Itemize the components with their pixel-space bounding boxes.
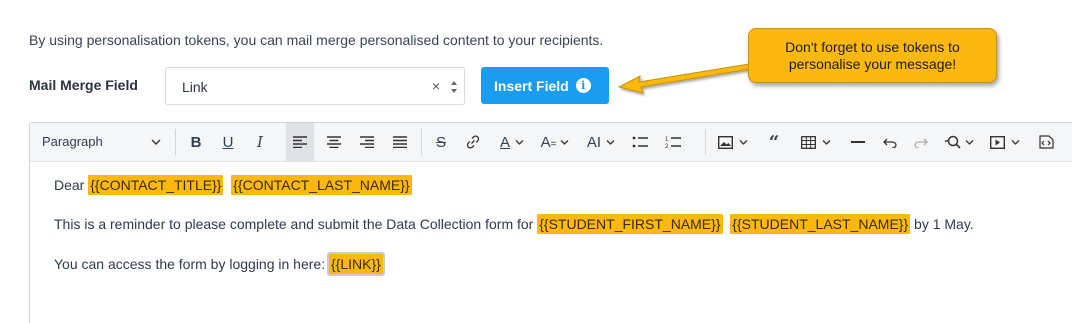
rich-text-editor[interactable]: Paragraph B U I S A A= AI 12 “ Dear {{CO… xyxy=(29,122,1072,323)
align-left-icon[interactable] xyxy=(286,123,314,161)
line1-prefix: Dear xyxy=(54,177,89,193)
body-line-1: Dear {{CONTACT_TITLE}} {{CONTACT_LAST_NA… xyxy=(54,175,412,195)
select-value: Link xyxy=(182,79,208,95)
svg-text:1: 1 xyxy=(665,137,669,143)
font-color-icon[interactable]: A xyxy=(495,123,529,161)
callout-line-2: personalise your message! xyxy=(788,56,957,72)
table-icon[interactable] xyxy=(794,123,838,161)
source-code-icon[interactable] xyxy=(1033,123,1057,161)
paragraph-format-dropdown[interactable]: Paragraph xyxy=(42,134,103,149)
callout-arrow xyxy=(617,63,751,94)
token-contact-last-name[interactable]: {{CONTACT_LAST_NAME}} xyxy=(231,175,412,195)
bulleted-list-icon[interactable] xyxy=(627,123,653,161)
updown-arrows-icon xyxy=(451,81,457,93)
body-line-2: This is a reminder to please complete an… xyxy=(54,214,974,234)
line2-prefix: This is a reminder to please complete an… xyxy=(54,216,538,232)
bold-icon[interactable]: B xyxy=(185,123,207,161)
line2-suffix: by 1 May. xyxy=(910,216,974,232)
font-size-icon[interactable]: A= xyxy=(537,123,573,161)
align-center-icon[interactable] xyxy=(321,123,347,161)
font-family-icon[interactable]: AI xyxy=(580,123,622,161)
undo-icon[interactable] xyxy=(879,123,901,161)
underline-icon[interactable]: U xyxy=(217,123,239,161)
editor-toolbar: Paragraph B U I S A A= AI 12 “ xyxy=(30,123,1072,162)
token-link[interactable]: {{LINK}} xyxy=(326,252,385,276)
chevron-down-icon[interactable] xyxy=(151,138,161,146)
italic-icon[interactable]: I xyxy=(249,123,271,161)
link-icon[interactable] xyxy=(462,123,484,161)
mail-merge-field-label: Mail Merge Field xyxy=(29,77,138,93)
svg-text:2: 2 xyxy=(665,144,669,149)
tip-callout: Don't forget to use tokens to personalis… xyxy=(748,28,997,83)
info-icon: i xyxy=(575,78,591,93)
body-line-3: You can access the form by logging in he… xyxy=(54,252,385,276)
token-student-first-name[interactable]: {{STUDENT_FIRST_NAME}} xyxy=(537,214,723,234)
callout-line-1: Don't forget to use tokens to xyxy=(785,39,960,55)
line3-prefix: You can access the form by logging in he… xyxy=(54,256,329,272)
strikethrough-icon[interactable]: S xyxy=(430,123,452,161)
justify-icon[interactable] xyxy=(387,123,413,161)
insert-field-label: Insert Field xyxy=(494,77,569,94)
blockquote-icon[interactable]: “ xyxy=(763,123,785,161)
insert-field-button[interactable]: Insert Field i xyxy=(481,67,609,104)
numbered-list-icon[interactable]: 12 xyxy=(660,123,686,161)
media-icon[interactable] xyxy=(986,123,1024,161)
redo-icon[interactable] xyxy=(910,123,932,161)
horizontal-line-icon[interactable] xyxy=(847,123,869,161)
find-replace-icon[interactable] xyxy=(940,123,978,161)
mail-merge-field-select[interactable]: Link × xyxy=(165,67,465,105)
token-contact-title[interactable]: {{CONTACT_TITLE}} xyxy=(88,175,224,195)
token-student-last-name[interactable]: {{STUDENT_LAST_NAME}} xyxy=(730,214,911,234)
align-right-icon[interactable] xyxy=(354,123,380,161)
intro-text: By using personalisation tokens, you can… xyxy=(29,32,604,48)
image-icon[interactable] xyxy=(713,123,753,161)
clear-icon[interactable]: × xyxy=(432,78,440,94)
